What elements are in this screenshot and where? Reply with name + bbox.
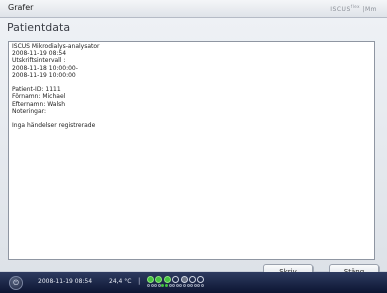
- sample-slot-icon: [163, 276, 171, 283]
- vial-slot-icon: [154, 284, 158, 287]
- vial-slot-icon: [201, 284, 204, 287]
- vial-slot-icon: [197, 284, 201, 287]
- report-line: [12, 79, 371, 86]
- report-line: Noteringar:: [12, 107, 47, 115]
- report-text-area[interactable]: ISCUS Mikrodialys-analysator 2008-11-19 0…: [8, 41, 375, 260]
- status-temperature: 24,4 °C: [109, 278, 132, 285]
- report-line: Patient-ID: 1111: [12, 86, 61, 94]
- sample-slot-icon: [172, 276, 180, 283]
- sample-slot-icon: [180, 276, 188, 283]
- vial-slot-icon: [150, 284, 154, 287]
- power-icon[interactable]: ⏻: [9, 276, 23, 290]
- brand-name: ISCUS: [330, 6, 351, 13]
- vial-slot-icon: [183, 284, 186, 287]
- report-line: [12, 115, 371, 122]
- vial-slot-icon: [157, 284, 161, 287]
- vial-slot-icon: [190, 284, 194, 287]
- report-line: ISCUS Mikrodialys-analysator: [12, 43, 100, 50]
- sample-slot-icon: [197, 276, 205, 283]
- report-line: Inga händelser registrerade: [12, 122, 96, 130]
- report-line: 2008-11-18 10:00:00-: [12, 64, 78, 72]
- status-datetime: 2008-11-19 08:54: [38, 278, 93, 285]
- sample-slot-icon: [147, 276, 154, 283]
- report-line: Efternamn: Walsh: [12, 100, 66, 108]
- sample-slot-icon: [155, 276, 163, 283]
- vial-slot-icon: [165, 284, 168, 287]
- vial-slot-icon: [179, 284, 183, 287]
- status-bar: ⏻ 2008-11-19 08:54 24,4 °C |: [0, 272, 387, 293]
- report-line: 2008-11-19 10:00:00: [12, 71, 76, 79]
- vial-slot-icon: [147, 284, 150, 287]
- page-title: Patientdata: [7, 21, 71, 34]
- sample-slot-icon: [189, 276, 196, 283]
- sample-slot-indicator[interactable]: [147, 276, 237, 290]
- report-line: 2008-11-19 08:54: [12, 50, 67, 58]
- top-bar: Grafer ISCUSflex |Mm: [0, 0, 387, 18]
- brand-sup: flex: [350, 4, 361, 9]
- vial-slot-icon: [168, 284, 172, 287]
- vial-slot-icon: [172, 284, 176, 287]
- brand-logo: ISCUSflex |Mm: [330, 4, 377, 13]
- patient-data-panel: Patientdata ISCUS Mikrodialys-analysator…: [0, 18, 387, 281]
- report-line: Utskriftsintervall :: [12, 57, 66, 65]
- brand-suffix: |Mm: [362, 6, 377, 13]
- vial-slot-icon: [186, 284, 190, 287]
- report-line: Förnamn: Michael: [12, 93, 66, 101]
- vial-slot-icon: [161, 284, 165, 287]
- app-title: Grafer: [8, 3, 34, 12]
- vial-slot-icon: [175, 284, 179, 287]
- vial-slot-icon: [193, 284, 197, 287]
- status-separator: |: [138, 277, 141, 285]
